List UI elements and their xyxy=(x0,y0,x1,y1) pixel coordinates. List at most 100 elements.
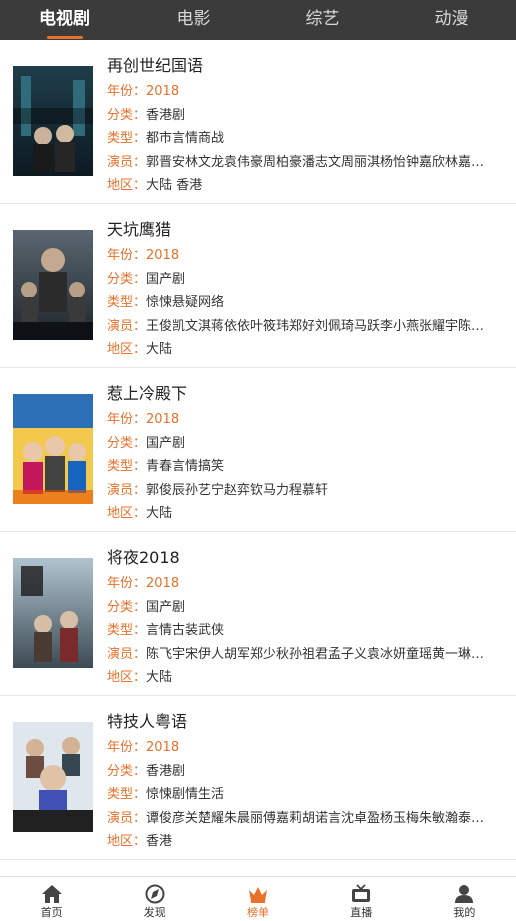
cast-label: 演员： xyxy=(107,646,147,662)
cast-row: 演员：王俊凯文淇蒋依依叶筱玮郑好刘佩琦马跃李小燕张耀宇陈… xyxy=(107,315,510,339)
list-item[interactable]: 惹上冷殿下 年份：2018 分类：国产剧 类型：青春言情搞笑 演员：郭俊辰孙艺宁… xyxy=(0,368,516,532)
tab-label: 综艺 xyxy=(305,9,340,29)
category-row: 分类：香港剧 xyxy=(107,104,510,128)
cast-value: 郭俊辰孙艺宁赵弈钦马力程慕轩 xyxy=(146,482,329,498)
genre-value: 惊悚剧情生活 xyxy=(146,787,225,802)
item-title[interactable]: 惹上冷殿下 xyxy=(107,383,510,405)
region-label: 地区： xyxy=(107,178,147,193)
region-value: 大陆 香港 xyxy=(146,178,203,193)
year-row: 年份：2018 xyxy=(107,408,510,432)
category-label: 分类： xyxy=(107,435,147,451)
item-title[interactable]: 将夜2018 xyxy=(107,547,510,569)
region-value: 大陆 xyxy=(146,506,173,521)
year-label: 年份： xyxy=(107,84,147,99)
cast-label: 演员： xyxy=(107,318,147,334)
cast-row: 演员：郭晋安林文龙袁伟豪周柏豪潘志文周丽淇杨怡钟嘉欣林嘉… xyxy=(107,151,510,175)
item-title[interactable]: 天坑鹰猎 xyxy=(107,219,510,241)
genre-row: 类型：青春言情搞笑 xyxy=(107,455,510,479)
list-item[interactable]: 天坑鹰猎 年份：2018 分类：国产剧 类型：惊悚悬疑网络 演员：王俊凯文淇蒋依… xyxy=(0,204,516,368)
user-icon xyxy=(455,885,474,903)
nav-label: 发现 xyxy=(143,906,166,919)
year-value: 2018 xyxy=(146,248,180,263)
year-label: 年份： xyxy=(107,576,147,591)
genre-value: 青春言情搞笑 xyxy=(146,459,225,474)
year-row: 年份：2018 xyxy=(107,736,510,760)
nav-label: 直播 xyxy=(350,906,373,919)
region-row: 地区：香港 xyxy=(107,830,510,854)
poster-image[interactable] xyxy=(13,558,93,668)
genre-row: 类型：惊悚悬疑网络 xyxy=(107,291,510,315)
genre-row: 类型：言情古装武侠 xyxy=(107,619,510,643)
year-label: 年份： xyxy=(107,740,147,755)
year-row: 年份：2018 xyxy=(107,244,510,268)
nav-label: 我的 xyxy=(453,906,476,919)
year-value: 2018 xyxy=(146,576,180,591)
genre-value: 都市言情商战 xyxy=(146,131,225,146)
genre-row: 类型：都市言情商战 xyxy=(107,127,510,151)
year-value: 2018 xyxy=(146,740,180,755)
region-value: 香港 xyxy=(146,834,173,849)
category-label: 分类： xyxy=(107,763,147,779)
home-icon xyxy=(41,885,62,903)
category-value: 国产剧 xyxy=(146,435,186,451)
year-value: 2018 xyxy=(146,412,180,427)
category-row: 分类：国产剧 xyxy=(107,268,510,292)
region-label: 地区： xyxy=(107,342,147,357)
genre-label: 类型： xyxy=(107,623,147,638)
nav-live[interactable]: 直播 xyxy=(310,877,413,921)
category-value: 香港剧 xyxy=(146,763,186,779)
region-label: 地区： xyxy=(107,670,147,685)
cast-value: 陈飞宇宋伊人胡军郑少秋孙祖君孟子义袁冰妍童瑶黄一琳… xyxy=(146,646,485,662)
category-tab-bar: 电视剧 电影 综艺 动漫 xyxy=(0,0,516,40)
discover-icon xyxy=(145,884,165,904)
tab-anime[interactable]: 动漫 xyxy=(387,0,516,40)
list-item[interactable]: 再创世纪国语 年份：2018 分类：香港剧 类型：都市言情商战 演员：郭晋安林文… xyxy=(0,40,516,204)
cast-label: 演员： xyxy=(107,482,147,498)
genre-label: 类型： xyxy=(107,131,147,146)
poster-image[interactable] xyxy=(13,722,93,832)
genre-label: 类型： xyxy=(107,787,147,802)
cast-row: 演员：郭俊辰孙艺宁赵弈钦马力程慕轩 xyxy=(107,479,510,503)
crown-icon xyxy=(249,887,267,903)
genre-value: 言情古装武侠 xyxy=(146,623,225,638)
region-row: 地区：大陆 香港 xyxy=(107,174,510,198)
year-row: 年份：2018 xyxy=(107,80,510,104)
category-label: 分类： xyxy=(107,599,147,615)
list-item[interactable]: 特技人粤语 年份：2018 分类：香港剧 类型：惊悚剧情生活 演员：谭俊彦关楚耀… xyxy=(0,696,516,860)
tab-movies[interactable]: 电影 xyxy=(129,0,258,40)
poster-image[interactable] xyxy=(13,66,93,176)
category-label: 分类： xyxy=(107,271,147,287)
poster-image[interactable] xyxy=(13,230,93,340)
genre-value: 惊悚悬疑网络 xyxy=(146,295,225,310)
nav-home[interactable]: 首页 xyxy=(0,877,103,921)
active-tab-indicator xyxy=(46,36,83,39)
category-row: 分类：国产剧 xyxy=(107,596,510,620)
cast-value: 王俊凯文淇蒋依依叶筱玮郑好刘佩琦马跃李小燕张耀宇陈… xyxy=(146,318,485,334)
tab-variety[interactable]: 综艺 xyxy=(258,0,387,40)
region-value: 大陆 xyxy=(146,342,173,357)
category-row: 分类：国产剧 xyxy=(107,432,510,456)
tab-tv-series[interactable]: 电视剧 xyxy=(0,0,129,40)
year-row: 年份：2018 xyxy=(107,572,510,596)
nav-mine[interactable]: 我的 xyxy=(413,877,516,921)
nav-discover[interactable]: 发现 xyxy=(103,877,206,921)
year-value: 2018 xyxy=(146,84,180,99)
ranking-list: 再创世纪国语 年份：2018 分类：香港剧 类型：都市言情商战 演员：郭晋安林文… xyxy=(0,40,516,860)
region-row: 地区：大陆 xyxy=(107,338,510,362)
year-label: 年份： xyxy=(107,412,147,427)
tab-label: 动漫 xyxy=(434,9,469,29)
tab-label: 电视剧 xyxy=(39,9,90,29)
category-value: 香港剧 xyxy=(146,107,186,123)
item-title[interactable]: 再创世纪国语 xyxy=(107,55,510,77)
category-row: 分类：香港剧 xyxy=(107,760,510,784)
category-value: 国产剧 xyxy=(146,599,186,615)
poster-image[interactable] xyxy=(13,394,93,504)
region-row: 地区：大陆 xyxy=(107,502,510,526)
tab-label: 电影 xyxy=(176,9,211,29)
list-item[interactable]: 将夜2018 年份：2018 分类：国产剧 类型：言情古装武侠 演员：陈飞宇宋伊… xyxy=(0,532,516,696)
item-title[interactable]: 特技人粤语 xyxy=(107,711,510,733)
nav-ranking[interactable]: 榜单 xyxy=(206,877,309,921)
nav-label: 榜单 xyxy=(247,906,269,919)
category-label: 分类： xyxy=(107,107,147,123)
category-value: 国产剧 xyxy=(146,271,186,287)
